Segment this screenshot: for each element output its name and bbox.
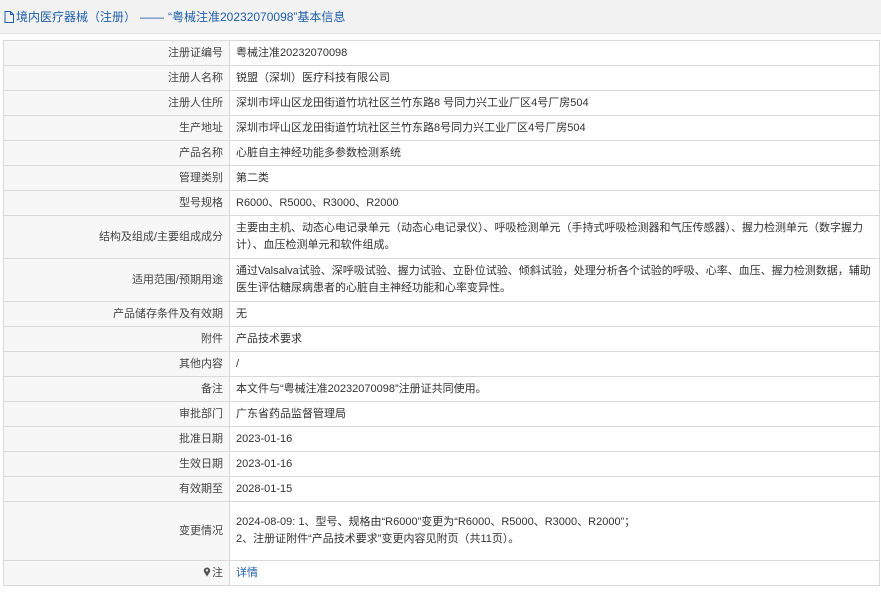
row-label: 产品储存条件及有效期 bbox=[3, 301, 230, 327]
change-line-2: 2、注册证附件“产品技术要求”变更内容见附页（共11页）。 bbox=[236, 533, 520, 545]
row-label: 其他内容 bbox=[3, 351, 230, 377]
row-value: 2023-01-16 bbox=[229, 451, 880, 477]
row-label: 管理类别 bbox=[3, 165, 230, 191]
row-value: 2024-08-09: 1、型号、规格由“R6000”变更为“R6000、R50… bbox=[229, 501, 880, 561]
row-value: 深圳市坪山区龙田街道竹坑社区兰竹东路8 号同力兴工业厂区4号厂房504 bbox=[229, 90, 880, 116]
table-row-note: 注 详情 bbox=[3, 560, 880, 586]
row-value: 广东省药品监督管理局 bbox=[229, 401, 880, 427]
table-row: 批准日期 2023-01-16 bbox=[3, 426, 880, 452]
info-table: 注册证编号 粤械注准20232070098 注册人名称 锐盟（深圳）医疗科技有限… bbox=[3, 40, 880, 586]
row-label: 变更情况 bbox=[3, 501, 230, 561]
table-row: 适用范围/预期用途 通过Valsalva试验、深呼吸试验、握力试验、立卧位试验、… bbox=[3, 258, 880, 302]
table-row: 注册人住所 深圳市坪山区龙田街道竹坑社区兰竹东路8 号同力兴工业厂区4号厂房50… bbox=[3, 90, 880, 116]
row-value: 主要由主机、动态心电记录单元（动态心电记录仪）、呼吸检测单元（手持式呼吸检测器和… bbox=[229, 215, 880, 259]
table-row: 产品名称 心脏自主神经功能多参数检测系统 bbox=[3, 140, 880, 166]
table-row: 生产地址 深圳市坪山区龙田街道竹坑社区兰竹东路8号同力兴工业厂区4号厂房504 bbox=[3, 115, 880, 141]
header-separator: —— bbox=[140, 9, 165, 24]
row-value: 第二类 bbox=[229, 165, 880, 191]
row-value: 2023-01-16 bbox=[229, 426, 880, 452]
table-row: 型号规格 R6000、R5000、R3000、R2000 bbox=[3, 190, 880, 216]
row-value: 心脏自主神经功能多参数检测系统 bbox=[229, 140, 880, 166]
row-label: 注册人住所 bbox=[3, 90, 230, 116]
page-header: 境内医疗器械（注册） —— “粤械注准20232070098”基本信息 bbox=[0, 0, 881, 34]
header-category-link[interactable]: 境内医疗器械（注册） bbox=[16, 8, 136, 25]
page-title: “粤械注准20232070098”基本信息 bbox=[168, 10, 346, 24]
table-row: 备注 本文件与“粤械注准20232070098”注册证共同使用。 bbox=[3, 376, 880, 402]
row-value: 粤械注准20232070098 bbox=[229, 40, 880, 66]
table-row: 产品储存条件及有效期 无 bbox=[3, 301, 880, 327]
row-value: 本文件与“粤械注准20232070098”注册证共同使用。 bbox=[229, 376, 880, 402]
row-label: 注册证编号 bbox=[3, 40, 230, 66]
details-link[interactable]: 详情 bbox=[236, 567, 258, 579]
table-row: 结构及组成/主要组成成分 主要由主机、动态心电记录单元（动态心电记录仪）、呼吸检… bbox=[3, 215, 880, 259]
table-row: 其他内容 / bbox=[3, 351, 880, 377]
row-value: 锐盟（深圳）医疗科技有限公司 bbox=[229, 65, 880, 91]
row-label: 审批部门 bbox=[3, 401, 230, 427]
row-value: 通过Valsalva试验、深呼吸试验、握力试验、立卧位试验、倾斜试验，处理分析各… bbox=[229, 258, 880, 302]
row-label: 附件 bbox=[3, 326, 230, 352]
table-row: 注册人名称 锐盟（深圳）医疗科技有限公司 bbox=[3, 65, 880, 91]
table-row: 注册证编号 粤械注准20232070098 bbox=[3, 40, 880, 66]
pin-icon bbox=[203, 566, 211, 576]
table-row: 附件 产品技术要求 bbox=[3, 326, 880, 352]
row-label: 适用范围/预期用途 bbox=[3, 258, 230, 302]
info-table-container: 注册证编号 粤械注准20232070098 注册人名称 锐盟（深圳）医疗科技有限… bbox=[3, 40, 880, 586]
row-value: 无 bbox=[229, 301, 880, 327]
row-value: 详情 bbox=[229, 560, 880, 586]
row-label-note: 注 bbox=[3, 560, 230, 586]
row-label: 备注 bbox=[3, 376, 230, 402]
document-icon bbox=[4, 10, 14, 23]
change-line-1: 2024-08-09: 1、型号、规格由“R6000”变更为“R6000、R50… bbox=[236, 516, 636, 528]
table-row: 变更情况 2024-08-09: 1、型号、规格由“R6000”变更为“R600… bbox=[3, 501, 880, 561]
row-value: 深圳市坪山区龙田街道竹坑社区兰竹东路8号同力兴工业厂区4号厂房504 bbox=[229, 115, 880, 141]
row-value: R6000、R5000、R3000、R2000 bbox=[229, 190, 880, 216]
table-row: 生效日期 2023-01-16 bbox=[3, 451, 880, 477]
row-value: 产品技术要求 bbox=[229, 326, 880, 352]
row-label: 注册人名称 bbox=[3, 65, 230, 91]
table-row: 管理类别 第二类 bbox=[3, 165, 880, 191]
row-value: / bbox=[229, 351, 880, 377]
row-label: 结构及组成/主要组成成分 bbox=[3, 215, 230, 259]
row-label: 生产地址 bbox=[3, 115, 230, 141]
row-label: 批准日期 bbox=[3, 426, 230, 452]
row-label: 产品名称 bbox=[3, 140, 230, 166]
row-label: 型号规格 bbox=[3, 190, 230, 216]
row-label: 生效日期 bbox=[3, 451, 230, 477]
note-label: 注 bbox=[212, 566, 223, 579]
row-label: 有效期至 bbox=[3, 476, 230, 502]
table-row: 有效期至 2028-01-15 bbox=[3, 476, 880, 502]
table-row: 审批部门 广东省药品监督管理局 bbox=[3, 401, 880, 427]
row-value: 2028-01-15 bbox=[229, 476, 880, 502]
